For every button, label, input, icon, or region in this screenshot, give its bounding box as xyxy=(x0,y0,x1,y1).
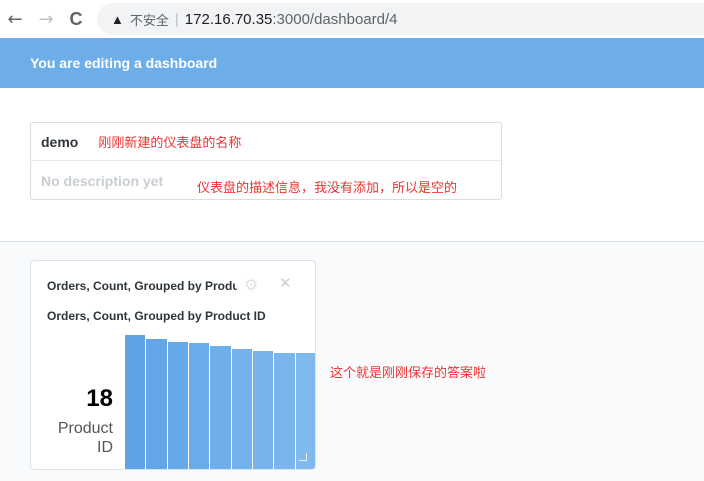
dashboard-description-input[interactable]: No description yet xyxy=(41,173,163,189)
editing-banner: You are editing a dashboard xyxy=(0,38,704,88)
value-label-line2: ID xyxy=(97,439,113,456)
chart-bar xyxy=(253,351,274,469)
dashboard-card[interactable]: Orders, Count, Grouped by Product ID ⚙ ✕… xyxy=(30,260,316,470)
insecure-label[interactable]: 不安全 xyxy=(130,10,169,29)
chart-bar xyxy=(274,352,295,469)
card-bar-chart xyxy=(125,335,315,469)
scalar-value-label: Product ID xyxy=(39,419,113,457)
browser-toolbar: ← → C ▲ 不安全 | 172.16.70.35:3000/dashboar… xyxy=(0,0,704,38)
address-separator: | xyxy=(174,10,179,28)
url-host: 172.16.70.35 xyxy=(184,10,273,28)
description-annotation: 仪表盘的描述信息，我没有添加，所以是空的 xyxy=(197,181,458,196)
address-bar[interactable]: ▲ 不安全 | 172.16.70.35:3000/dashboard/4 xyxy=(97,3,704,35)
warning-icon[interactable]: ▲ xyxy=(111,12,124,27)
value-label-line1: Product xyxy=(57,420,113,437)
name-annotation: 刚刚新建的仪表盘的名称 xyxy=(98,136,242,151)
editing-banner-text: You are editing a dashboard xyxy=(30,55,218,71)
chart-bar xyxy=(210,345,231,469)
chart-bar xyxy=(231,348,252,469)
chart-bar xyxy=(167,341,188,469)
chart-bar xyxy=(146,339,167,469)
chart-bar xyxy=(189,343,210,469)
gear-icon[interactable]: ⚙ xyxy=(244,275,258,295)
url-path: :3000/dashboard/4 xyxy=(272,10,398,28)
card-annotation: 这个就是刚刚保存的答案啦 xyxy=(330,366,487,381)
back-arrow-icon[interactable]: ← xyxy=(4,8,26,30)
dashboard-name-input[interactable]: demo xyxy=(41,134,78,150)
forward-arrow-icon[interactable]: → xyxy=(35,8,57,30)
card-title: Orders, Count, Grouped by Product ID xyxy=(47,279,237,293)
resize-handle-icon[interactable] xyxy=(299,453,307,461)
dashboard-header: demo 刚刚新建的仪表盘的名称 No description yet xyxy=(0,88,704,242)
scalar-value: 18 xyxy=(86,385,113,412)
dashboard-name-row: demo 刚刚新建的仪表盘的名称 xyxy=(31,123,501,161)
chart-bar xyxy=(125,335,146,469)
reload-icon[interactable]: C xyxy=(65,8,87,30)
card-subtitle: Orders, Count, Grouped by Product ID xyxy=(47,309,266,323)
close-icon[interactable]: ✕ xyxy=(279,274,292,292)
